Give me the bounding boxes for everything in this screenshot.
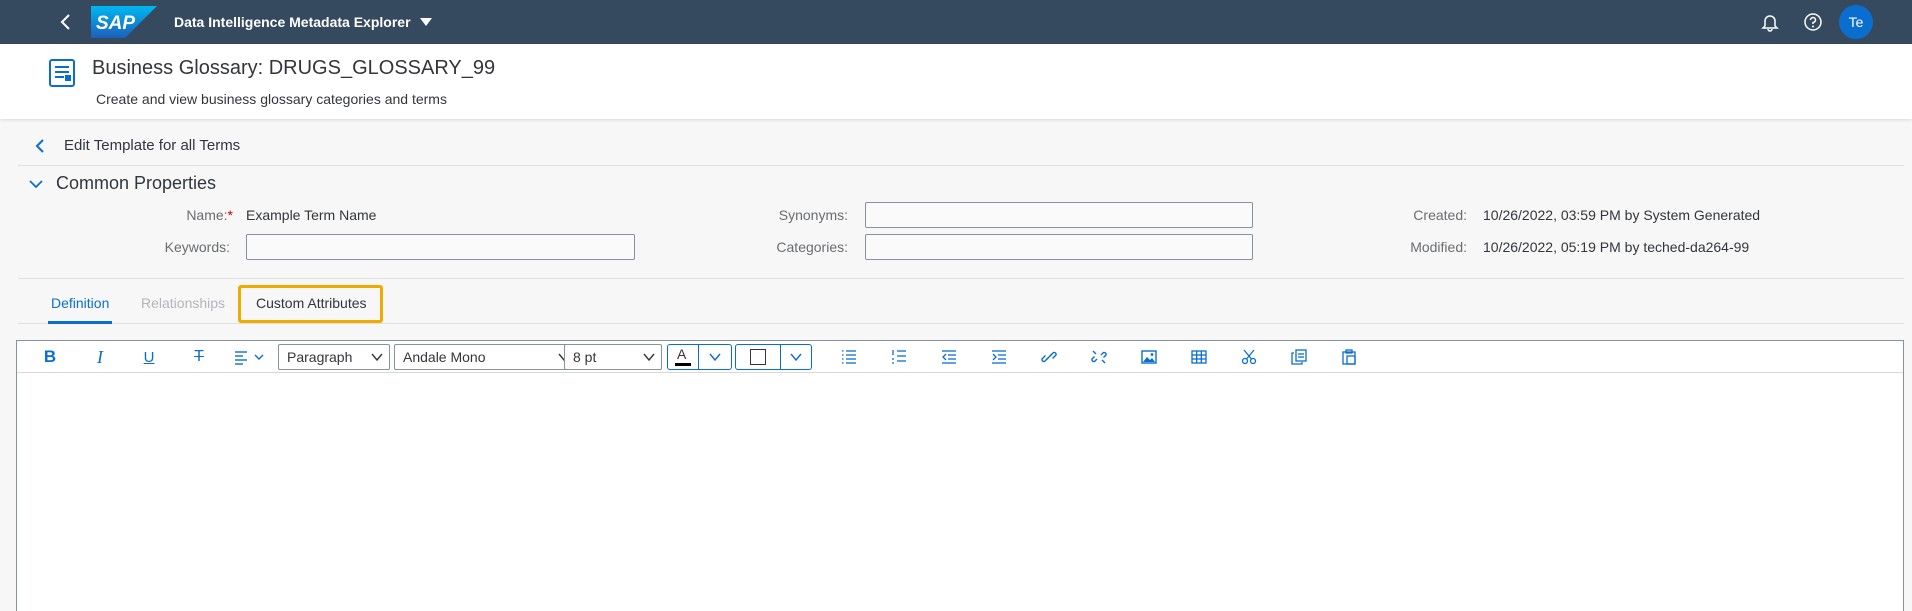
navigate-back-icon[interactable] — [32, 136, 48, 156]
background-color-icon[interactable] — [736, 345, 781, 369]
edit-template-bar: Edit Template for all Terms — [18, 126, 1904, 166]
table-icon[interactable] — [1187, 345, 1211, 369]
categories-label: Categories: — [776, 239, 848, 255]
italic-icon[interactable]: I — [88, 345, 112, 369]
page-header: Business Glossary: DRUGS_GLOSSARY_99 Cre… — [0, 44, 1912, 119]
tab-relationships: Relationships — [141, 295, 226, 311]
indent-icon[interactable] — [987, 345, 1011, 369]
synonyms-label: Synonyms: — [778, 207, 848, 223]
section-divider — [18, 278, 1904, 279]
created-value: 10/26/2022, 03:59 PM by System Generated — [1483, 207, 1761, 223]
copy-icon[interactable] — [1287, 345, 1311, 369]
bullet-list-icon[interactable] — [837, 345, 861, 369]
modified-value: 10/26/2022, 05:19 PM by teched-da264-99 — [1483, 239, 1750, 255]
text-color-icon[interactable]: A — [668, 345, 699, 369]
rich-text-editor: B I U T Paragraph Andale Mono 8 pt A — [16, 340, 1904, 611]
user-avatar[interactable]: Te — [1839, 5, 1873, 39]
name-label: Name:* — [186, 207, 233, 223]
editor-toolbar: B I U T Paragraph Andale Mono 8 pt A — [17, 341, 1903, 373]
help-icon[interactable] — [1803, 12, 1823, 32]
collapse-chevron-icon[interactable] — [26, 174, 46, 194]
numbered-list-icon[interactable] — [887, 345, 911, 369]
bell-icon[interactable] — [1760, 12, 1780, 32]
edit-template-title: Edit Template for all Terms — [64, 137, 241, 154]
text-color-split-button[interactable]: A — [667, 344, 732, 370]
block-format-select[interactable]: Paragraph — [278, 344, 390, 370]
tab-definition[interactable]: Definition — [51, 294, 109, 312]
chevron-down-icon — [371, 353, 383, 362]
bold-icon[interactable]: B — [38, 345, 62, 369]
required-marker: * — [227, 207, 233, 223]
font-size-select[interactable]: 8 pt — [564, 344, 662, 370]
paste-icon[interactable] — [1337, 345, 1361, 369]
underline-icon[interactable]: U — [137, 345, 161, 369]
unlink-icon[interactable] — [1087, 345, 1111, 369]
align-icon[interactable] — [233, 345, 269, 369]
active-tab-indicator — [48, 321, 112, 324]
outdent-icon[interactable] — [937, 345, 961, 369]
svg-text:SAP: SAP — [96, 13, 135, 34]
font-family-select[interactable]: Andale Mono — [394, 344, 577, 370]
chevron-down-icon[interactable] — [781, 345, 811, 369]
categories-input[interactable] — [865, 234, 1253, 260]
tab-highlight-frame — [238, 285, 383, 323]
modified-label: Modified: — [1410, 239, 1467, 255]
cut-icon[interactable] — [1237, 345, 1261, 369]
image-icon[interactable] — [1137, 345, 1161, 369]
shell-bar: SAP Data Intelligence Metadata Explorer … — [0, 0, 1912, 44]
synonyms-input[interactable] — [865, 202, 1253, 228]
created-label: Created: — [1413, 207, 1467, 223]
page-subtitle: Create and view business glossary catego… — [96, 91, 447, 107]
app-title[interactable]: Data Intelligence Metadata Explorer — [174, 12, 411, 32]
chevron-down-icon — [643, 353, 655, 362]
strikethrough-icon[interactable]: T — [187, 345, 211, 369]
app-menu-caret-icon[interactable] — [420, 16, 432, 28]
glossary-document-icon — [49, 59, 75, 87]
editor-content-area[interactable] — [17, 373, 1903, 611]
back-icon[interactable] — [56, 12, 76, 32]
name-value[interactable]: Example Term Name — [246, 206, 376, 224]
link-icon[interactable] — [1037, 345, 1061, 369]
sap-logo[interactable]: SAP — [91, 6, 157, 38]
background-color-split-button[interactable] — [735, 344, 812, 370]
section-title: Common Properties — [56, 173, 217, 193]
keywords-input[interactable] — [246, 234, 635, 260]
keywords-label: Keywords: — [164, 239, 230, 255]
page-title: Business Glossary: DRUGS_GLOSSARY_99 — [92, 57, 496, 79]
chevron-down-icon[interactable] — [699, 345, 731, 369]
